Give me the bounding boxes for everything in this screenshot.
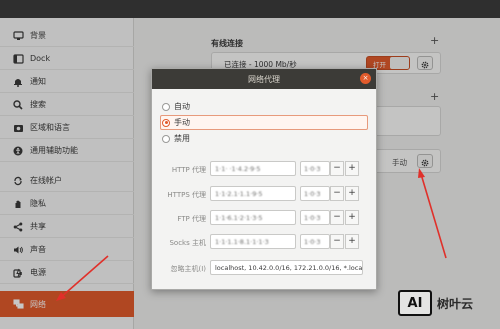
socks-host-value: 1·1·1.1·8.1·1·1·3: [215, 238, 269, 246]
socks-port-increment[interactable]: +: [345, 234, 359, 249]
ftp-proxy-value: 1·1·6.1·2·1·3·5: [215, 214, 263, 222]
https-port-value: 1·0·3: [304, 190, 321, 198]
ftp-proxy-label: FTP 代理: [177, 215, 206, 223]
radio-focus-highlight: [160, 115, 368, 130]
watermark-ai-box: AI: [398, 290, 432, 316]
ftp-port-input[interactable]: 1·0·3: [300, 210, 330, 225]
https-proxy-input[interactable]: 1·1·2.1·1.1·9·5: [210, 186, 296, 201]
https-proxy-value: 1·1·2.1·1.1·9·5: [215, 190, 263, 198]
https-proxy-label: HTTPS 代理: [167, 191, 206, 199]
ftp-proxy-input[interactable]: 1·1·6.1·2·1·3·5: [210, 210, 296, 225]
socks-host-input[interactable]: 1·1·1.1·8.1·1·1·3: [210, 234, 296, 249]
close-button[interactable]: ×: [360, 73, 371, 84]
socks-port-decrement[interactable]: −: [330, 234, 344, 249]
socks-port-input[interactable]: 1·0·3: [300, 234, 330, 249]
http-proxy-label: HTTP 代理: [171, 166, 206, 174]
https-port-increment[interactable]: +: [345, 186, 359, 201]
ignore-hosts-input[interactable]: localhost, 10.42.0.0/16, 172.21.0.0/16, …: [210, 260, 363, 275]
http-port-decrement[interactable]: −: [330, 161, 344, 176]
radio-label: 禁用: [174, 134, 190, 143]
radio-button[interactable]: [162, 102, 170, 111]
dialog-titlebar: 网络代理 ×: [152, 69, 376, 89]
http-proxy-input[interactable]: 1·1· ·1·4.2·9·5: [210, 161, 296, 176]
radio-label: 自动: [174, 102, 190, 111]
https-port-decrement[interactable]: −: [330, 186, 344, 201]
dialog-title: 网络代理: [248, 74, 280, 84]
http-proxy-value: 1·1· ·1·4.2·9·5: [215, 165, 261, 173]
network-proxy-dialog: 网络代理 × 自动 手动 禁用 HTTP 代理 1·1· ·1·4.2·9·5 …: [151, 68, 377, 290]
radio-manual[interactable]: 手动: [162, 116, 190, 129]
top-bar: [0, 0, 500, 18]
ftp-port-increment[interactable]: +: [345, 210, 359, 225]
radio-label: 手动: [174, 118, 190, 127]
socks-port-value: 1·0·3: [304, 238, 321, 246]
socks-host-label: Socks 主机: [169, 239, 206, 247]
watermark-logo: AI 树叶云: [398, 283, 498, 323]
ftp-port-decrement[interactable]: −: [330, 210, 344, 225]
ftp-port-value: 1·0·3: [304, 214, 321, 222]
radio-button[interactable]: [162, 134, 170, 143]
close-icon: ×: [362, 74, 369, 82]
radio-automatic[interactable]: 自动: [162, 100, 190, 113]
ignore-hosts-label: 忽略主机(I): [170, 265, 206, 273]
https-port-input[interactable]: 1·0·3: [300, 186, 330, 201]
http-port-increment[interactable]: +: [345, 161, 359, 176]
watermark-text: 树叶云: [437, 296, 474, 311]
http-port-input[interactable]: 1·0·3: [300, 161, 330, 176]
radio-disabled[interactable]: 禁用: [162, 132, 190, 145]
radio-button[interactable]: [162, 118, 170, 127]
http-port-value: 1·0·3: [304, 165, 321, 173]
